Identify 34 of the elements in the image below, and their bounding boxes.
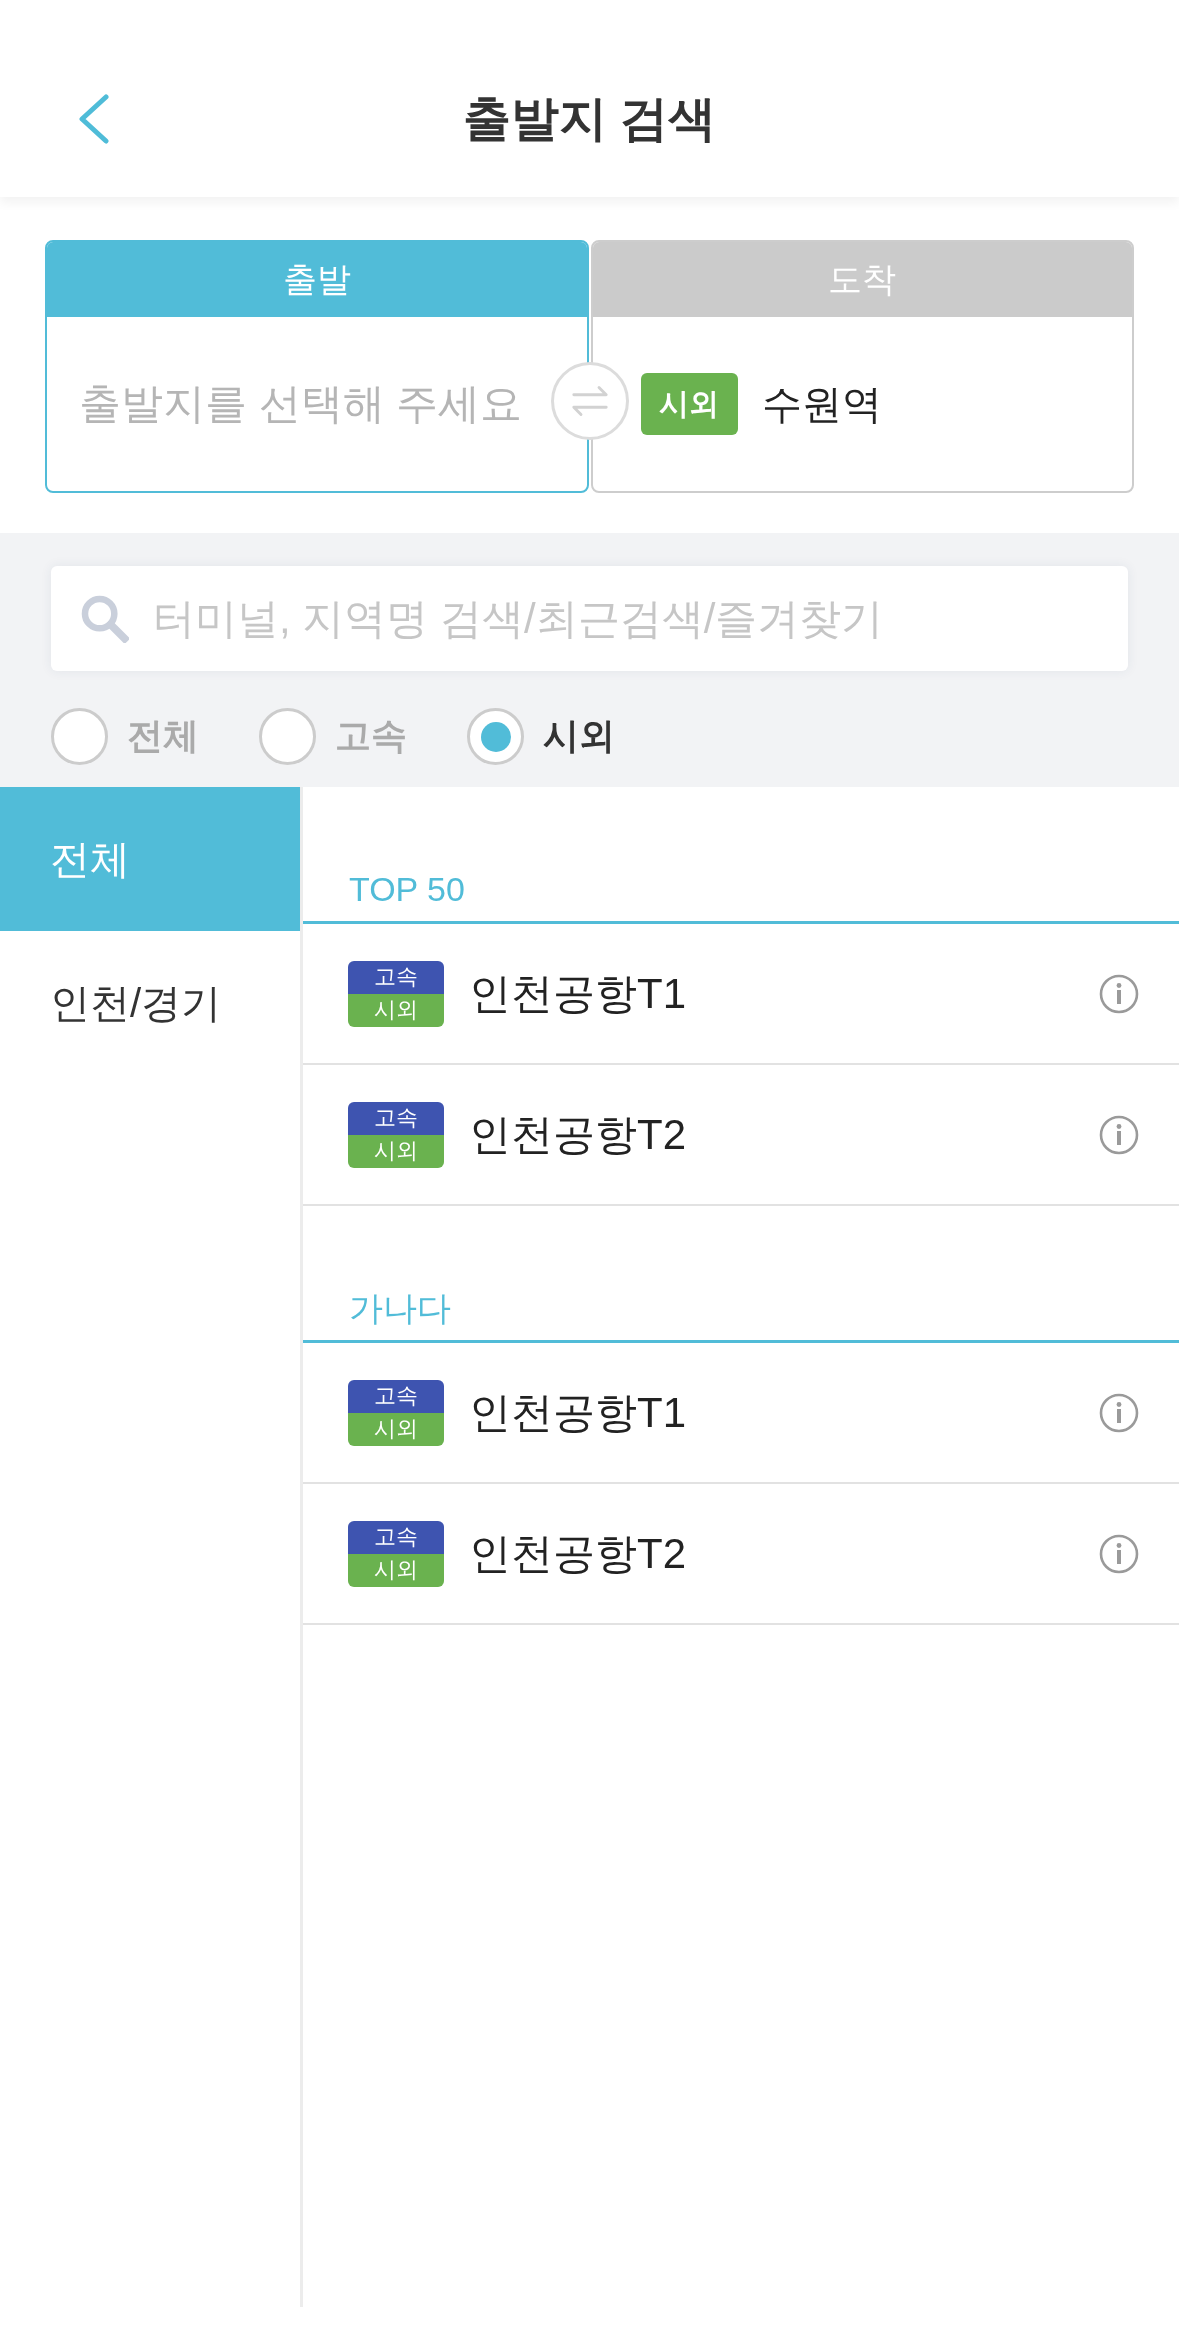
back-icon[interactable]	[78, 93, 110, 144]
radio-button[interactable]	[467, 708, 524, 765]
location-value: 수원역	[761, 380, 882, 428]
bus-type-tag: 시외	[348, 1412, 444, 1446]
bus-type-tag: 고속	[348, 960, 444, 994]
swap-icon	[569, 383, 610, 419]
sidebar-item[interactable]: 인천/경기	[0, 931, 300, 1075]
radio-button[interactable]	[51, 708, 108, 765]
terminal-name[interactable]: 인천공항T1	[469, 965, 686, 1022]
bus-type-tag: 고속	[348, 1379, 444, 1413]
info-icon[interactable]	[1099, 973, 1139, 1014]
terminal-name[interactable]: 인천공항T2	[469, 1525, 686, 1582]
terminal-name[interactable]: 인천공항T2	[469, 1106, 686, 1163]
bus-type-tag: 시외	[348, 1134, 444, 1168]
info-icon[interactable]	[1099, 1114, 1139, 1155]
search-field[interactable]: 터미널, 지역명 검색/최근검색/즐겨찾기	[51, 566, 1128, 671]
bus-type-tag: 고속	[348, 1101, 444, 1135]
page-title: 출발지 검색	[462, 90, 717, 147]
radio-label: 고속	[335, 714, 407, 758]
bus-type-tag: 고속	[348, 1520, 444, 1554]
bus-type-tag: 시외	[348, 1553, 444, 1587]
terminal-name[interactable]: 인천공항T1	[469, 1384, 686, 1441]
bus-type-tag: 시외	[348, 993, 444, 1027]
info-icon[interactable]	[1099, 1392, 1139, 1433]
location-field[interactable]: 출발지를 선택해 주세요	[47, 317, 587, 491]
radio-label: 시외	[543, 714, 615, 758]
search-icon	[79, 593, 129, 643]
location-field[interactable]: 시외 수원역	[592, 317, 1132, 491]
section-title: 가나다	[349, 1288, 451, 1328]
info-icon[interactable]	[1099, 1533, 1139, 1574]
bus-type-tag: 시외	[640, 373, 738, 435]
radio-button[interactable]	[259, 708, 316, 765]
section-title: TOP 50	[349, 869, 465, 909]
radio-label: 전체	[127, 714, 199, 758]
